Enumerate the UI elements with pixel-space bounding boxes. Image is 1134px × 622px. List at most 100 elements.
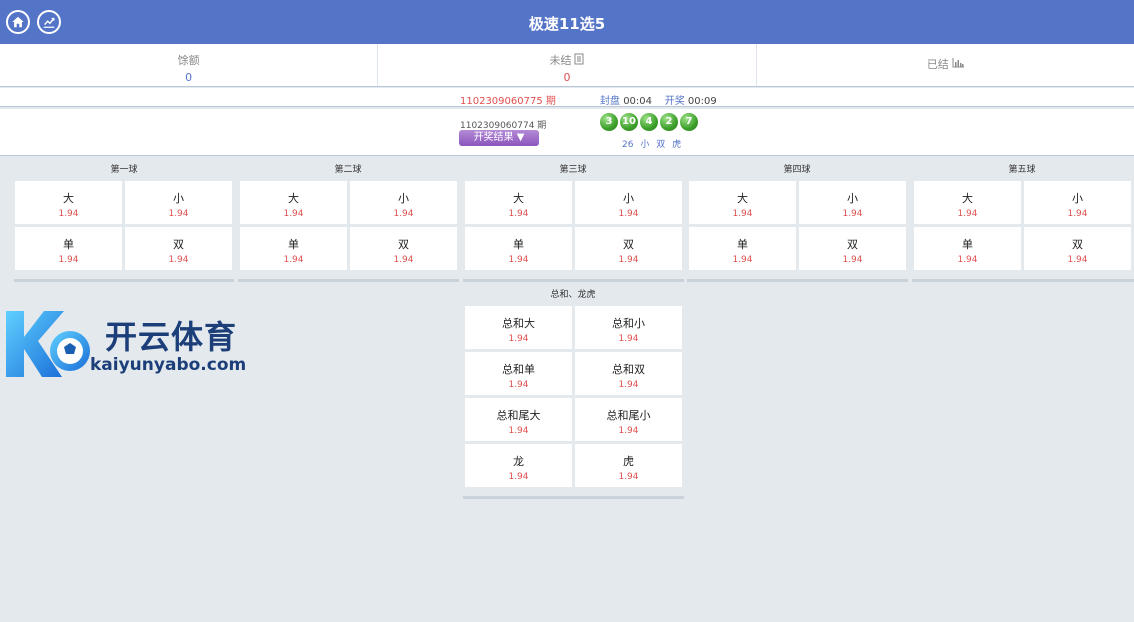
bet-cell[interactable]: 单 1.94 [465, 227, 572, 270]
group-title: 第二球 [334, 165, 362, 175]
bet-cell[interactable]: 大 1.94 [465, 181, 572, 224]
bet-odds: 1.94 [618, 380, 639, 390]
bet-cell[interactable]: 单 1.94 [240, 227, 347, 270]
bet-name: 大 [63, 192, 74, 205]
bet-name: 总和尾小 [606, 409, 651, 422]
bet-cell[interactable]: 单 1.94 [689, 227, 796, 270]
group-divider [912, 279, 1134, 282]
group-divider [238, 279, 459, 282]
countdown: 封盘 00:04 开奖 00:09 [600, 92, 717, 107]
bet-name: 龙 [513, 455, 524, 468]
page-title: 极速11选5 [528, 15, 606, 33]
draw-dragon-tiger: 虎 [672, 140, 682, 150]
bet-name: 小 [847, 192, 858, 205]
bet-cell[interactable]: 大 1.94 [15, 181, 122, 224]
bet-cell[interactable]: 总和尾大 1.94 [465, 398, 572, 441]
bet-cell[interactable]: 单 1.94 [914, 227, 1021, 270]
ball: 4 [640, 113, 658, 131]
balance-stat[interactable]: 馀额 0 [0, 44, 379, 86]
draw-time: 00:09 [687, 96, 717, 107]
bet-cell[interactable]: 总和尾小 1.94 [575, 398, 682, 441]
bet-name: 总和大 [502, 317, 535, 330]
bet-odds: 1.94 [618, 426, 639, 436]
document-icon [574, 53, 584, 68]
bet-odds: 1.94 [58, 255, 79, 265]
bet-odds: 1.94 [957, 209, 978, 219]
bet-odds: 1.94 [508, 380, 529, 390]
bet-name: 双 [398, 238, 409, 251]
draw-sum: 26 [622, 140, 634, 150]
bet-odds: 1.94 [168, 255, 189, 265]
bet-cell[interactable]: 大 1.94 [689, 181, 796, 224]
unsettled-value: 0 [563, 71, 571, 84]
last-draw-panel: 1102309060774 期 开奖结果 ▼ [0, 109, 1134, 156]
bet-odds: 1.94 [618, 255, 639, 265]
bet-odds: 1.94 [957, 255, 978, 265]
bet-cell[interactable]: 总和大 1.94 [465, 306, 572, 349]
bet-name: 总和单 [502, 363, 535, 376]
bet-odds: 1.94 [618, 334, 639, 344]
bet-name: 小 [173, 192, 184, 205]
bet-cell[interactable]: 双 1.94 [575, 227, 682, 270]
settled-label: 已结 [926, 58, 949, 71]
group-divider [14, 279, 234, 282]
draw-balls: 3 10 4 2 7 [600, 113, 698, 131]
bet-odds: 1.94 [283, 255, 304, 265]
bet-name: 大 [513, 192, 524, 205]
bet-cell[interactable]: 总和双 1.94 [575, 352, 682, 395]
bet-odds: 1.94 [508, 426, 529, 436]
bet-name: 小 [398, 192, 409, 205]
bet-cell[interactable]: 双 1.94 [125, 227, 232, 270]
bet-cell[interactable]: 小 1.94 [575, 181, 682, 224]
bet-cell[interactable]: 大 1.94 [914, 181, 1021, 224]
bet-name: 单 [962, 238, 973, 251]
bet-odds: 1.94 [1067, 209, 1088, 219]
draw-size: 小 [640, 140, 650, 150]
settled-stat[interactable]: 已结 [757, 44, 1134, 86]
bet-odds: 1.94 [732, 255, 753, 265]
group-divider [463, 496, 684, 499]
bet-name: 单 [513, 238, 524, 251]
bet-name: 总和双 [612, 363, 645, 376]
bet-odds: 1.94 [1067, 255, 1088, 265]
bet-name: 单 [288, 238, 299, 251]
bet-odds: 1.94 [618, 209, 639, 219]
bet-cell[interactable]: 双 1.94 [799, 227, 906, 270]
bet-name: 单 [737, 238, 748, 251]
bet-name: 小 [623, 192, 634, 205]
bet-odds: 1.94 [842, 255, 863, 265]
bet-name: 双 [623, 238, 634, 251]
bet-cell[interactable]: 小 1.94 [125, 181, 232, 224]
bet-name: 总和小 [612, 317, 645, 330]
bet-cell[interactable]: 双 1.94 [350, 227, 457, 270]
app-header: 极速11选5 [0, 0, 1134, 44]
bet-name: 双 [847, 238, 858, 251]
bet-odds: 1.94 [508, 209, 529, 219]
group-title: 第一球 [110, 165, 138, 175]
bet-cell[interactable]: 虎 1.94 [575, 444, 682, 487]
bet-cell[interactable]: 小 1.94 [350, 181, 457, 224]
bet-name: 单 [63, 238, 74, 251]
bet-cell[interactable]: 单 1.94 [15, 227, 122, 270]
bet-cell[interactable]: 总和小 1.94 [575, 306, 682, 349]
unsettled-stat[interactable]: 未结 0 [378, 44, 757, 86]
bet-odds: 1.94 [508, 472, 529, 482]
bet-cell[interactable]: 小 1.94 [1024, 181, 1131, 224]
bet-cell[interactable]: 小 1.94 [799, 181, 906, 224]
bet-name: 大 [737, 192, 748, 205]
bet-cell[interactable]: 总和单 1.94 [465, 352, 572, 395]
group-title: 第四球 [783, 165, 811, 175]
bet-odds: 1.94 [732, 209, 753, 219]
balance-value: 0 [185, 71, 193, 84]
bet-odds: 1.94 [508, 334, 529, 344]
logo-mark-icon [6, 311, 90, 377]
ball: 10 [620, 113, 638, 131]
watermark-logo: 开云体育 kaiyunyabo.com [0, 303, 270, 383]
bet-cell[interactable]: 大 1.94 [240, 181, 347, 224]
bet-cell[interactable]: 龙 1.94 [465, 444, 572, 487]
draw-results-button[interactable]: 开奖结果 ▼ [459, 130, 539, 146]
bet-name: 总和尾大 [496, 409, 541, 422]
bet-cell[interactable]: 双 1.94 [1024, 227, 1131, 270]
ball: 7 [680, 113, 698, 131]
group-title: 第三球 [559, 165, 587, 175]
